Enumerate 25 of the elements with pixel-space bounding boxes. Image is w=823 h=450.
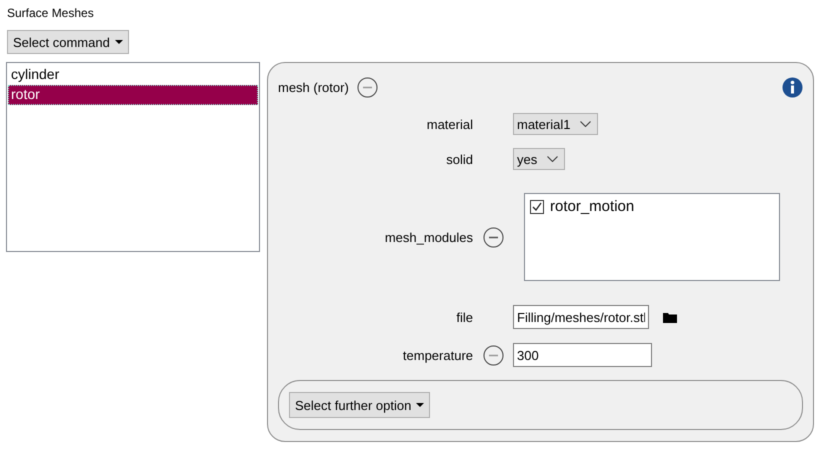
mesh-item[interactable]: cylinder — [8, 65, 258, 85]
field-label: file — [455, 310, 473, 324]
caret-icon — [416, 403, 424, 407]
remove-icon[interactable] — [482, 344, 504, 366]
dropdown[interactable]: yes — [513, 148, 566, 170]
chevron-icon — [580, 121, 592, 127]
field-label: temperature — [402, 348, 473, 362]
field-label: material — [426, 116, 473, 132]
command-menu-button[interactable]: Select command — [7, 30, 129, 54]
caret-icon — [114, 40, 123, 44]
module-item[interactable]: rotor_motion — [530, 198, 774, 215]
remove-icon[interactable] — [356, 76, 378, 98]
info-icon[interactable] — [782, 76, 803, 98]
panel-title: mesh (rotor) — [278, 80, 349, 94]
further-option-button[interactable]: Select further option — [289, 392, 430, 418]
mesh-item[interactable]: rotor — [8, 85, 258, 105]
remove-icon[interactable] — [482, 226, 504, 248]
dropdown[interactable]: material1 — [513, 113, 598, 135]
input-field[interactable]: 300 — [513, 343, 652, 367]
checkbox[interactable] — [530, 200, 544, 214]
chevron-icon — [547, 156, 558, 162]
field-label: mesh_modules — [384, 230, 473, 244]
folder-icon[interactable] — [663, 312, 677, 322]
field-label: solid — [445, 152, 473, 166]
page-title: Surface Meshes — [7, 6, 95, 22]
